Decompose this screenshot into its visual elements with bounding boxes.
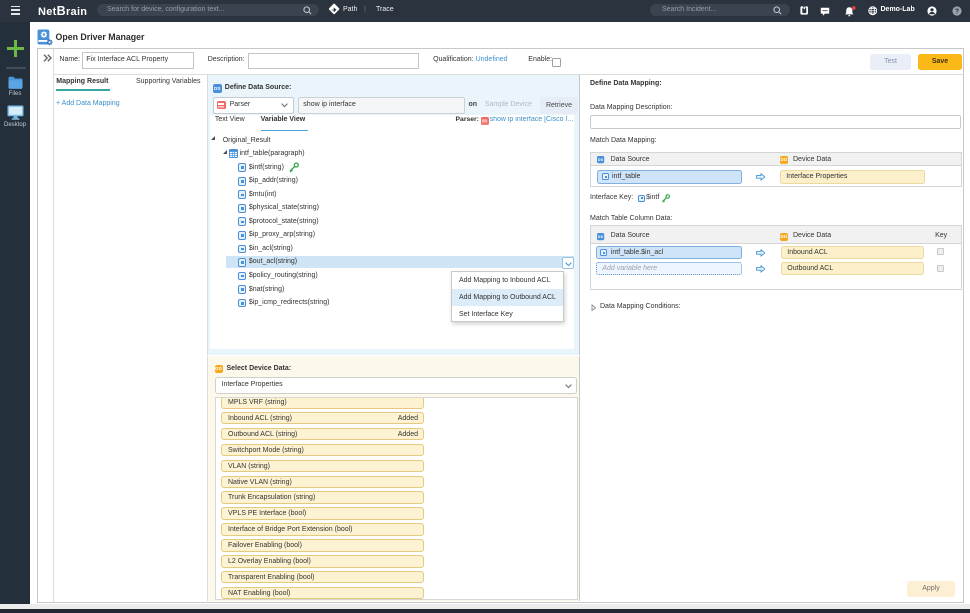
svg-text:?: ? <box>955 8 959 15</box>
